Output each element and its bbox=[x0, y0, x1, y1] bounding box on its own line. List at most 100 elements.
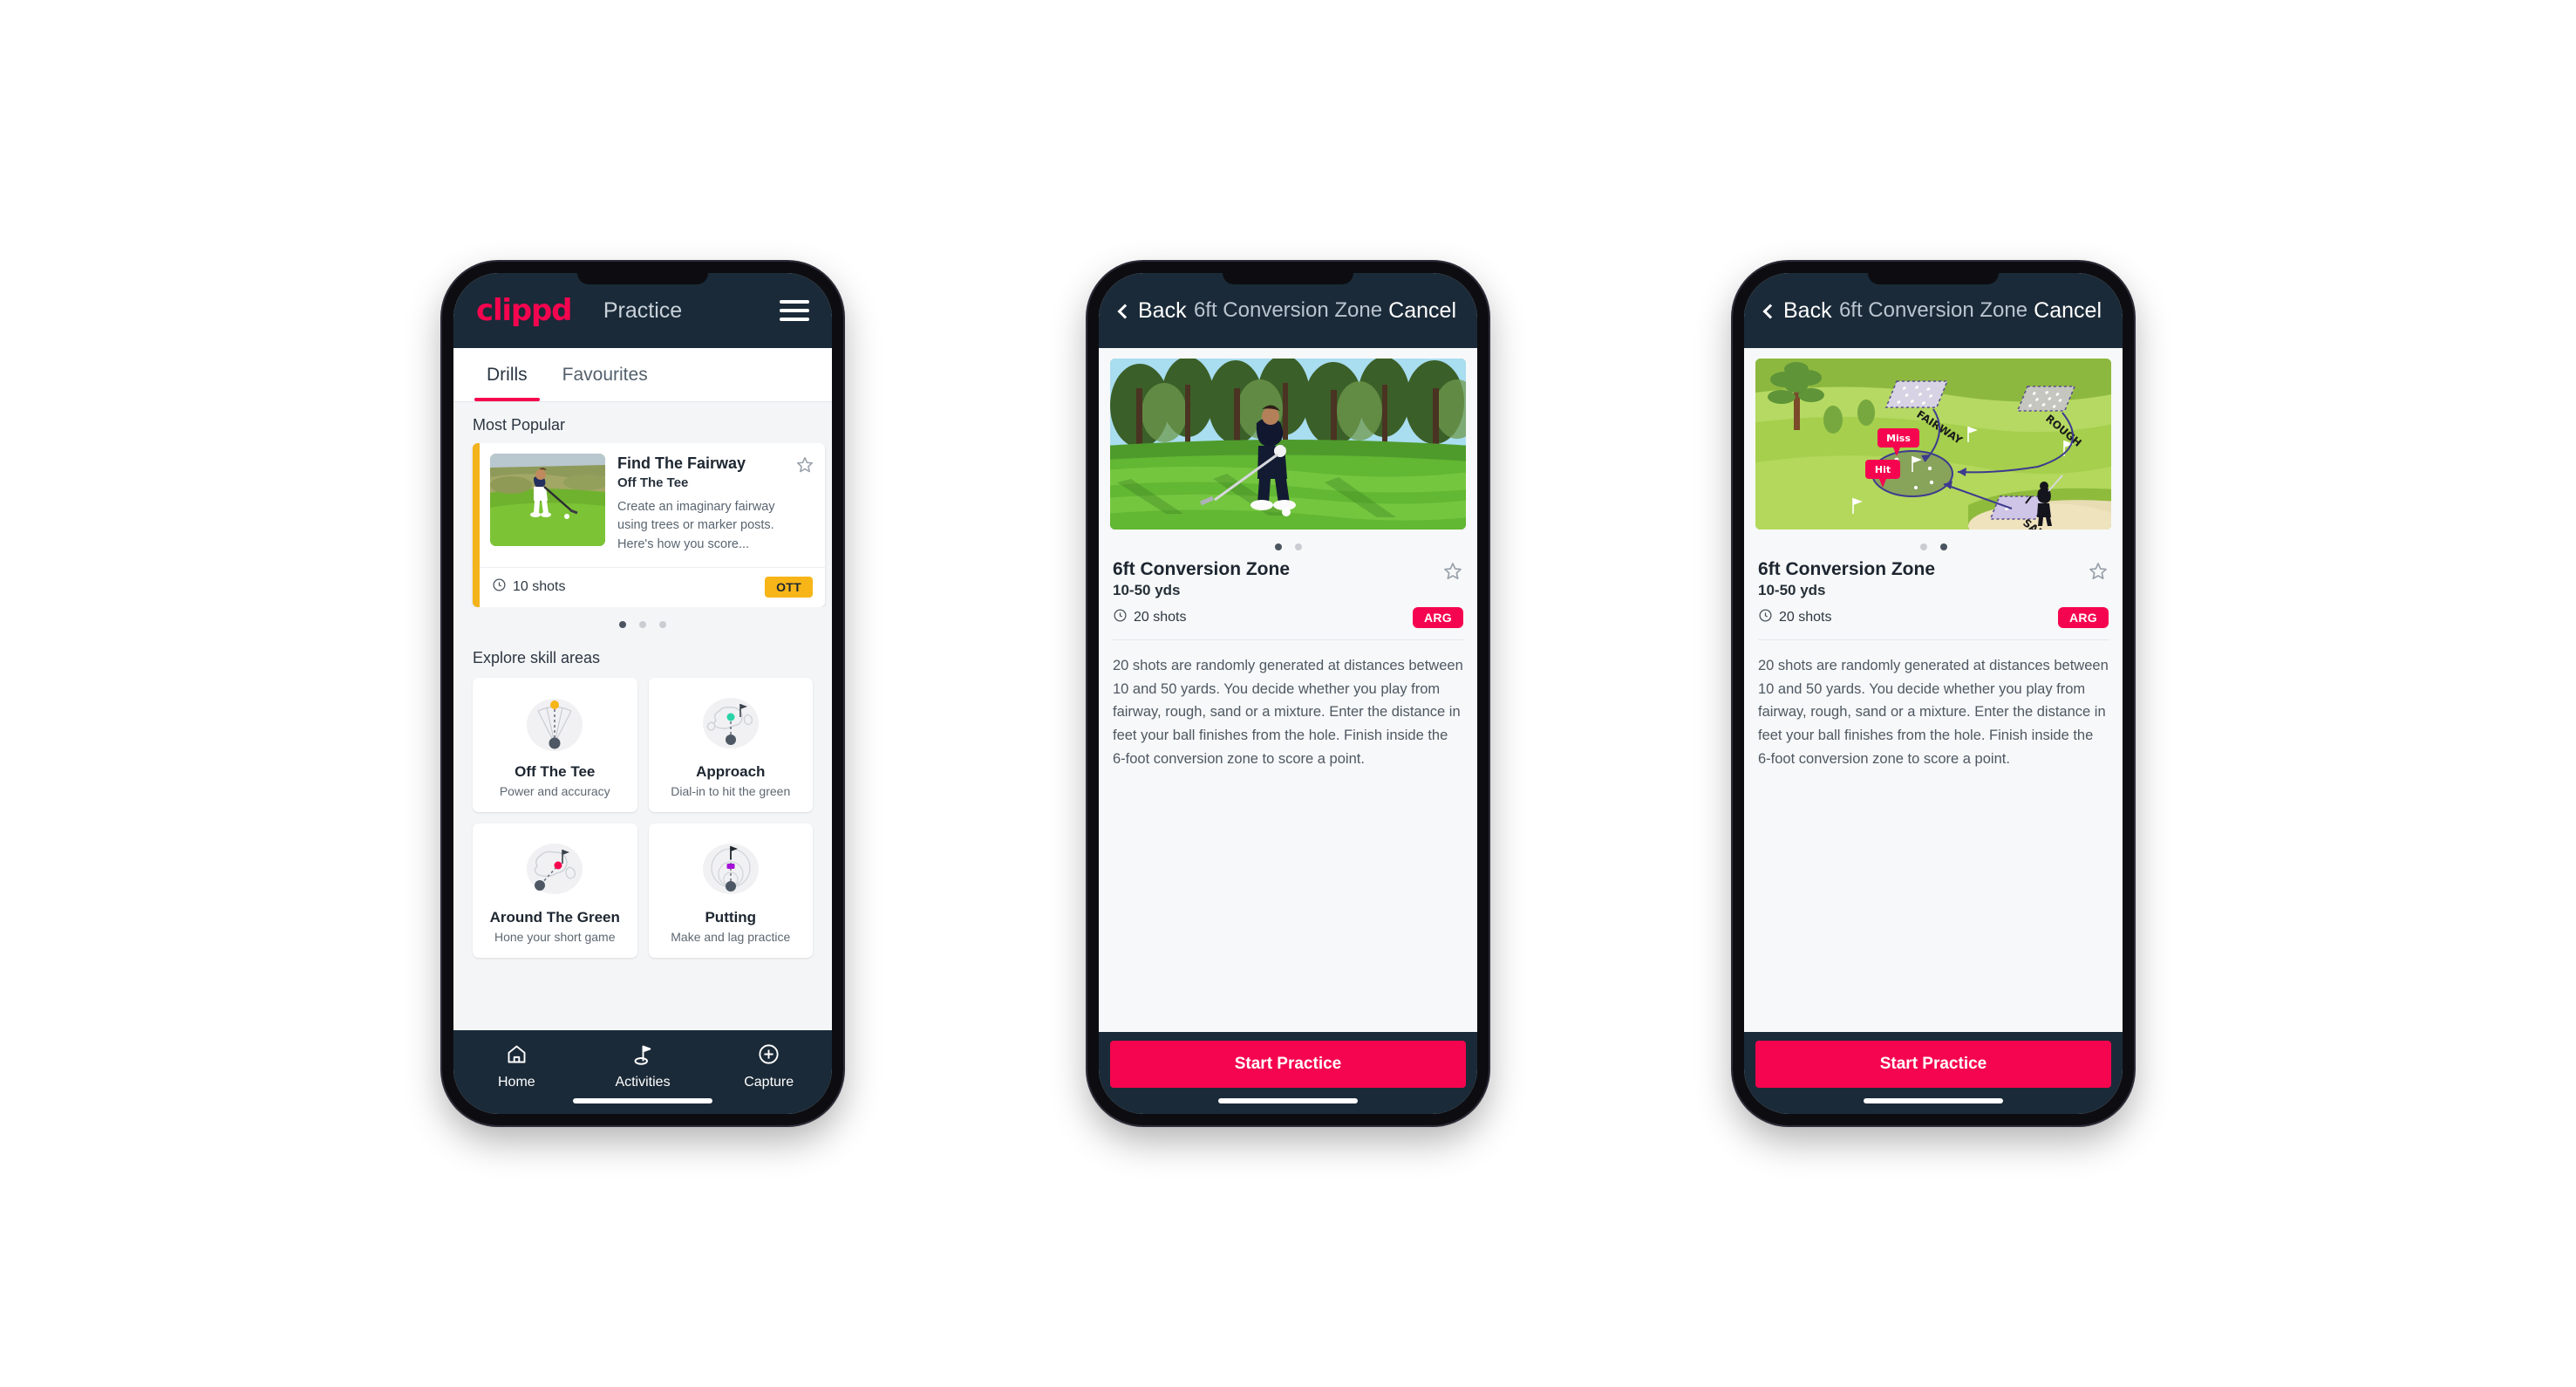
back-label: Back bbox=[1138, 297, 1187, 323]
drill-card-top: Find The Fairway Off The Tee Create an i… bbox=[480, 443, 825, 567]
skill-card-off-the-tee[interactable]: Off The Tee Power and accuracy bbox=[473, 677, 637, 812]
cancel-button[interactable]: Cancel bbox=[2034, 298, 2102, 324]
drill-detail-title: 6ft Conversion Zone bbox=[1113, 559, 1291, 579]
drill-meta-row: 20 shots ARG bbox=[1113, 607, 1463, 628]
drill-title: Find The Fairway bbox=[617, 454, 746, 472]
bottom-navigation: Home Activities Capture bbox=[453, 1030, 832, 1114]
drill-info: Find The Fairway Off The Tee Create an i… bbox=[617, 454, 783, 555]
skill-badge-ott: OTT bbox=[765, 577, 813, 598]
carousel-dots[interactable] bbox=[453, 607, 832, 635]
phone-mockup-drill-detail-diagram: Back 6ft Conversion Zone Cancel FAIRWAY … bbox=[1733, 262, 2134, 1125]
tab-drills[interactable]: Drills bbox=[469, 348, 545, 401]
nav-item-activities[interactable]: Activities bbox=[580, 1042, 706, 1090]
cta-area: Start Practice bbox=[1099, 1032, 1477, 1114]
course-diagram[interactable]: FAIRWAY ROUGH Miss Hit bbox=[1755, 359, 2111, 530]
clock-icon bbox=[1758, 608, 1773, 627]
phone-mockup-drill-detail-video: Back 6ft Conversion Zone Cancel 6ft Conv… bbox=[1087, 262, 1489, 1125]
back-label: Back bbox=[1783, 297, 1832, 323]
skill-card-approach[interactable]: Approach Dial-in to hit the green bbox=[648, 677, 813, 812]
around-the-green-icon bbox=[480, 836, 630, 904]
screen-drill-detail-video: Back 6ft Conversion Zone Cancel 6ft Conv… bbox=[1099, 273, 1477, 1114]
drill-card[interactable]: Find The Fairway Off The Tee Create an i… bbox=[473, 443, 825, 607]
practice-content: Most Popular Find The Fairway Off The Te… bbox=[453, 402, 832, 1030]
drill-subtitle: Off The Tee bbox=[617, 475, 689, 490]
skill-name: Off The Tee bbox=[515, 762, 596, 780]
skill-desc: Power and accuracy bbox=[499, 783, 610, 798]
media-carousel-dots[interactable] bbox=[1744, 530, 2123, 557]
svg-text:Hit: Hit bbox=[1875, 464, 1891, 475]
tab-favourites[interactable]: Favourites bbox=[545, 348, 665, 401]
carousel-dot-2[interactable] bbox=[639, 620, 646, 628]
star-outline-icon[interactable] bbox=[795, 454, 814, 555]
back-button[interactable]: Back bbox=[1762, 297, 1832, 324]
media-dot-2[interactable] bbox=[1939, 543, 1947, 550]
drill-title-row: 6ft Conversion Zone 10-50 yds bbox=[1758, 559, 2109, 599]
drill-title-row: 6ft Conversion Zone 10-50 yds bbox=[1113, 559, 1463, 599]
skill-area-grid: Off The Tee Power and accuracy Approach … bbox=[453, 676, 832, 970]
drill-detail-content: FAIRWAY ROUGH Miss Hit 6ft Conversion Zo… bbox=[1744, 348, 2123, 1032]
home-indicator bbox=[573, 1098, 712, 1103]
skill-desc: Make and lag practice bbox=[671, 929, 791, 944]
drill-description: Create an imaginary fairway using trees … bbox=[617, 499, 775, 552]
nav-item-capture-label: Capture bbox=[744, 1075, 794, 1090]
chevron-left-icon bbox=[1762, 304, 1778, 318]
drill-carousel[interactable]: Find The Fairway Off The Tee Create an i… bbox=[453, 443, 832, 607]
cancel-button[interactable]: Cancel bbox=[1388, 298, 1456, 324]
clippd-logo: clippd bbox=[476, 293, 572, 328]
drill-thumbnail bbox=[490, 454, 605, 546]
shots-meta: 20 shots bbox=[1113, 608, 1186, 627]
skill-name: Around The Green bbox=[489, 908, 620, 926]
drill-detail-title: 6ft Conversion Zone bbox=[1758, 559, 1936, 579]
media-carousel-dots[interactable] bbox=[1099, 530, 1477, 557]
nav-item-home[interactable]: Home bbox=[453, 1042, 580, 1090]
most-popular-heading: Most Popular bbox=[473, 416, 566, 434]
media-dot-2[interactable] bbox=[1294, 543, 1302, 550]
star-outline-icon[interactable] bbox=[1442, 559, 1463, 586]
screenshot-stage: clippd Practice Drills Favourites Most P… bbox=[0, 0, 2576, 1387]
drill-card-footer: 10 shots OTT bbox=[480, 566, 825, 607]
device-notch bbox=[577, 273, 708, 284]
plus-circle-icon bbox=[757, 1042, 780, 1070]
phone-mockup-practice-list: clippd Practice Drills Favourites Most P… bbox=[442, 262, 843, 1125]
clock-icon bbox=[492, 577, 507, 597]
skill-card-around-the-green[interactable]: Around The Green Hone your short game bbox=[473, 823, 637, 958]
tab-bar: Drills Favourites bbox=[453, 348, 832, 402]
cta-area: Start Practice bbox=[1744, 1032, 2123, 1114]
device-notch bbox=[1868, 273, 1999, 284]
clock-icon bbox=[1113, 608, 1128, 627]
skill-badge-arg: ARG bbox=[2057, 607, 2109, 628]
carousel-dot-3[interactable] bbox=[659, 620, 666, 628]
drill-detail-distance: 10-50 yds bbox=[1758, 582, 1826, 598]
drill-detail-content: 6ft Conversion Zone 10-50 yds 20 shots A… bbox=[1099, 348, 1477, 1032]
svg-text:Miss: Miss bbox=[1886, 433, 1911, 444]
approach-icon bbox=[656, 690, 807, 758]
drill-detail-distance: 10-50 yds bbox=[1113, 582, 1181, 598]
back-button[interactable]: Back bbox=[1117, 297, 1187, 324]
skill-badge-arg: ARG bbox=[1412, 607, 1463, 628]
start-practice-button[interactable]: Start Practice bbox=[1110, 1041, 1466, 1088]
putting-icon bbox=[656, 836, 807, 904]
skill-desc: Dial-in to hit the green bbox=[671, 783, 791, 798]
skill-name: Putting bbox=[705, 908, 757, 926]
hamburger-icon[interactable] bbox=[780, 300, 809, 321]
explore-skill-areas-heading: Explore skill areas bbox=[473, 648, 601, 666]
media-dot-1[interactable] bbox=[1274, 543, 1282, 550]
carousel-dot-1[interactable] bbox=[619, 620, 626, 628]
nav-item-capture[interactable]: Capture bbox=[705, 1042, 832, 1090]
screen-drill-detail-diagram: Back 6ft Conversion Zone Cancel FAIRWAY … bbox=[1744, 273, 2123, 1114]
drill-detail-header: 6ft Conversion Zone 10-50 yds 20 shots A… bbox=[1744, 557, 2123, 628]
off-the-tee-icon bbox=[480, 690, 630, 758]
drill-video-thumbnail[interactable] bbox=[1110, 359, 1466, 530]
star-outline-icon[interactable] bbox=[2088, 559, 2109, 586]
drill-meta-row: 20 shots ARG bbox=[1758, 607, 2109, 628]
skill-card-putting[interactable]: Putting Make and lag practice bbox=[648, 823, 813, 958]
shots-label: 20 shots bbox=[1779, 610, 1832, 625]
drill-detail-header: 6ft Conversion Zone 10-50 yds 20 shots A… bbox=[1099, 557, 1477, 628]
tab-favourites-label: Favourites bbox=[562, 364, 648, 385]
shots-meta: 20 shots bbox=[1758, 608, 1831, 627]
start-practice-button[interactable]: Start Practice bbox=[1755, 1041, 2111, 1088]
media-dot-1[interactable] bbox=[1919, 543, 1927, 550]
nav-item-activities-label: Activities bbox=[615, 1075, 671, 1090]
golf-flag-icon bbox=[631, 1042, 655, 1070]
home-indicator bbox=[1864, 1098, 2003, 1103]
